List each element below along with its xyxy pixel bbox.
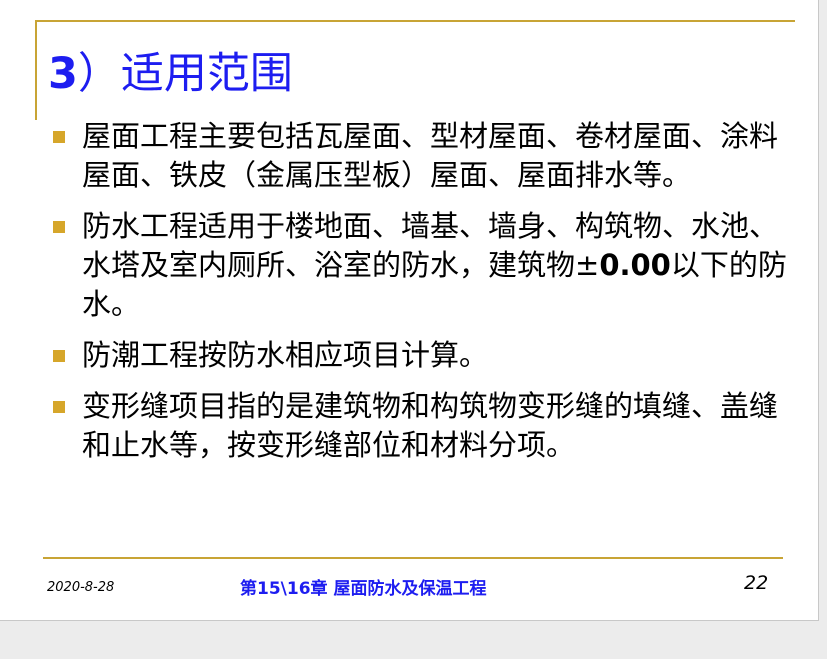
left-rule — [35, 20, 37, 120]
bottom-rule — [43, 557, 783, 559]
page-number: 22 — [744, 572, 769, 594]
bullet-text: 防潮工程按防水相应项目计算。 — [82, 338, 489, 372]
bullet-text: 变形缝项目指的是建筑物和构筑物变形缝的填缝、盖缝和止水等，按变形缝部位和材料分项… — [82, 389, 779, 462]
bullet-item-dampproof: 防潮工程按防水相应项目计算。 — [48, 336, 788, 375]
bullet-item-joint: 变形缝项目指的是建筑物和构筑物变形缝的填缝、盖缝和止水等，按变形缝部位和材料分项… — [48, 387, 788, 465]
title-number: 3 — [48, 49, 78, 99]
top-rule — [35, 20, 795, 22]
footer-date: 2020-8-28 — [47, 580, 115, 595]
bullet-list: 屋面工程主要包括瓦屋面、型材屋面、卷材屋面、涂料屋面、铁皮（金属压型板）屋面、屋… — [48, 117, 788, 477]
square-bullet-icon — [53, 131, 65, 143]
square-bullet-icon — [53, 221, 65, 233]
footer-chapter: 第15\16章 屋面防水及保温工程 — [240, 579, 487, 599]
bullet-item-roof: 屋面工程主要包括瓦屋面、型材屋面、卷材屋面、涂料屋面、铁皮（金属压型板）屋面、屋… — [48, 117, 788, 195]
square-bullet-icon — [53, 401, 65, 413]
bullet-number: 0.00 — [599, 248, 671, 282]
bullet-text: 屋面工程主要包括瓦屋面、型材屋面、卷材屋面、涂料屋面、铁皮（金属压型板）屋面、屋… — [82, 119, 779, 192]
square-bullet-icon — [53, 350, 65, 362]
slide: 3）适用范围 屋面工程主要包括瓦屋面、型材屋面、卷材屋面、涂料屋面、铁皮（金属压… — [0, 0, 819, 621]
slide-title: 3）适用范围 — [48, 46, 293, 102]
window-background — [0, 621, 827, 659]
bullet-item-waterproof: 防水工程适用于楼地面、墙基、墙身、构筑物、水池、水塔及室内厕所、浴室的防水，建筑… — [48, 207, 788, 324]
title-text: ）适用范围 — [77, 49, 293, 99]
